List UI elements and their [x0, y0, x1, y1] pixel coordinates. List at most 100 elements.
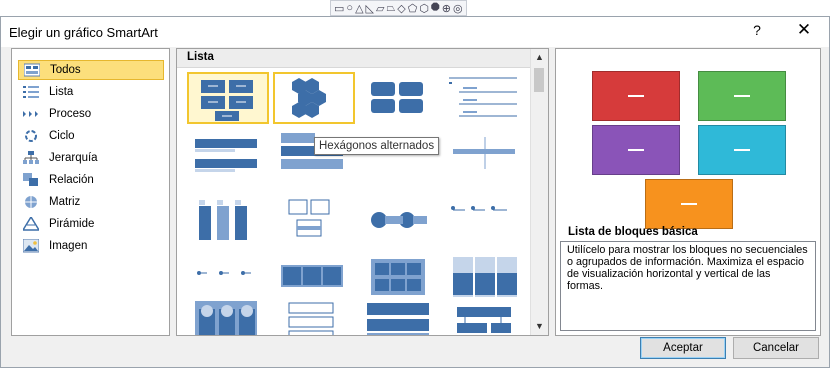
basic-block-list-icon — [201, 80, 253, 121]
scroll-down-icon[interactable]: ▼ — [531, 318, 548, 335]
layout-thumb-15-icon — [371, 259, 425, 295]
layout-thumb-13-icon — [197, 271, 251, 275]
pyramid-icon — [23, 217, 39, 231]
category-label: Relación — [49, 174, 94, 186]
shape-circle-plus-icon[interactable]: ⊕ — [442, 2, 451, 15]
layout-thumb-13[interactable] — [187, 251, 269, 303]
layout-thumb-16[interactable] — [445, 251, 527, 303]
layout-thumb-14-icon — [281, 265, 343, 287]
preview-description: Utilícelo para mostrar los bloques no se… — [560, 241, 816, 331]
smartart-dialog: Elegir un gráfico SmartArt ? ✕ Todos Lis… — [0, 16, 830, 368]
all-icon — [24, 63, 40, 77]
help-button[interactable]: ? — [747, 22, 767, 38]
dialog-titlebar: Elegir un gráfico SmartArt ? ✕ — [1, 17, 829, 47]
layout-thumb-10[interactable] — [273, 196, 355, 248]
category-item-ciclo[interactable]: Ciclo — [18, 126, 164, 146]
layout-thumb-11[interactable] — [359, 196, 441, 248]
layout-thumb-12[interactable] — [445, 196, 527, 248]
layout-thumb-9[interactable] — [187, 196, 269, 248]
category-label: Ciclo — [49, 130, 75, 142]
layout-thumb-10-icon — [288, 199, 330, 237]
hierarchy-icon — [23, 151, 39, 165]
relationship-icon — [23, 173, 39, 187]
category-label: Proceso — [49, 108, 92, 120]
shape-octagon-icon[interactable]: ⯃ — [431, 2, 440, 15]
list-icon — [23, 85, 39, 99]
layout-thumb-3[interactable] — [359, 72, 441, 124]
shape-donut-icon[interactable]: ◎ — [453, 2, 463, 15]
alternating-hexagons-icon — [292, 78, 326, 118]
category-label: Matriz — [49, 196, 81, 208]
shape-rect-icon[interactable]: ▭ — [334, 2, 344, 15]
preview-block-purple — [592, 125, 680, 175]
close-button[interactable]: ✕ — [793, 20, 815, 40]
gallery-scrollbar[interactable]: ▲ ▼ — [530, 49, 548, 335]
layout-thumb-14[interactable] — [273, 251, 355, 303]
category-item-relacion[interactable]: Relación — [18, 170, 164, 190]
top-shapes-strip: ▭ ○ △ ◺ ▱ ⏢ ◇ ⬠ ⬡ ⯃ ⊕ ◎ — [0, 0, 830, 16]
shape-trapezoid-icon[interactable]: ⏢ — [386, 2, 395, 15]
picture-icon — [23, 239, 39, 253]
shapes-toolbar: ▭ ○ △ ◺ ▱ ⏢ ◇ ⬠ ⬡ ⯃ ⊕ ◎ — [330, 0, 467, 16]
category-list: Todos Lista Proceso Ciclo Jerarquía Rela… — [11, 48, 170, 336]
layout-thumb-8[interactable] — [445, 129, 527, 181]
layout-thumb-8-icon — [453, 137, 515, 169]
layout-thumb-16-icon — [453, 257, 517, 297]
shape-diamond-icon[interactable]: ◇ — [397, 2, 405, 15]
preview-block-cyan — [698, 125, 786, 175]
category-item-matriz[interactable]: Matriz — [18, 192, 164, 212]
tooltip: Hexágonos alternados — [314, 137, 440, 155]
layout-thumb-17[interactable] — [187, 301, 269, 335]
category-label: Imagen — [49, 240, 88, 252]
gallery-header: Lista — [177, 49, 530, 68]
preview-block-green — [698, 71, 786, 121]
layout-thumb-20-icon — [457, 307, 511, 333]
ok-button[interactable]: Aceptar — [640, 337, 726, 359]
layout-alternating-hexagons[interactable] — [273, 72, 355, 124]
category-item-lista[interactable]: Lista — [18, 82, 164, 102]
category-item-imagen[interactable]: Imagen — [18, 236, 164, 256]
layout-basic-block-list[interactable] — [187, 72, 269, 124]
layout-thumb-17-icon — [195, 301, 257, 335]
shape-triangle-icon[interactable]: △ — [355, 2, 363, 15]
shape-oval-icon[interactable]: ○ — [346, 2, 353, 14]
layout-thumb-5-icon — [195, 139, 257, 172]
layout-thumb-19[interactable] — [359, 301, 441, 335]
scroll-thumb[interactable] — [534, 68, 544, 92]
category-item-piramide[interactable]: Pirámide — [18, 214, 164, 234]
layout-thumb-3-icon — [371, 82, 423, 113]
gallery-header-label: Lista — [187, 51, 214, 63]
shape-right-triangle-icon[interactable]: ◺ — [366, 2, 374, 15]
shape-pentagon-icon[interactable]: ⬠ — [408, 2, 418, 15]
layout-thumb-19-icon — [367, 303, 429, 335]
preview-panel: Lista de bloques básica Utilícelo para m… — [555, 48, 821, 336]
category-item-todos[interactable]: Todos — [18, 60, 164, 80]
category-label: Pirámide — [49, 218, 95, 230]
layout-thumb-9-icon — [199, 200, 247, 240]
layout-thumb-18[interactable] — [273, 301, 355, 335]
category-label: Jerarquía — [49, 152, 98, 164]
category-label: Todos — [50, 64, 81, 76]
layout-thumb-11-icon — [371, 212, 427, 228]
dialog-title: Elegir un gráfico SmartArt — [9, 25, 158, 40]
preview-title: Lista de bloques básica — [568, 226, 698, 238]
category-label: Lista — [49, 86, 74, 98]
matrix-icon — [23, 195, 39, 209]
layout-thumb-5[interactable] — [187, 129, 269, 181]
layout-thumb-18-icon — [288, 302, 334, 335]
shape-hexagon-icon[interactable]: ⬡ — [419, 2, 429, 15]
shape-parallelogram-icon[interactable]: ▱ — [376, 2, 384, 15]
cycle-icon — [23, 129, 39, 143]
preview-block-red — [592, 71, 680, 121]
layout-gallery: Lista Hexágonos alternados ▲ ▼ — [176, 48, 549, 336]
layout-thumb-20[interactable] — [445, 301, 527, 335]
category-item-proceso[interactable]: Proceso — [18, 104, 164, 124]
preview-block-orange — [645, 179, 733, 229]
scroll-up-icon[interactable]: ▲ — [531, 49, 548, 66]
category-item-jerarquia[interactable]: Jerarquía — [18, 148, 164, 168]
layout-thumb-4[interactable] — [445, 72, 527, 124]
layout-thumb-15[interactable] — [359, 251, 441, 303]
process-icon — [23, 107, 39, 121]
layout-thumb-4-icon — [449, 77, 517, 117]
cancel-button[interactable]: Cancelar — [733, 337, 819, 359]
